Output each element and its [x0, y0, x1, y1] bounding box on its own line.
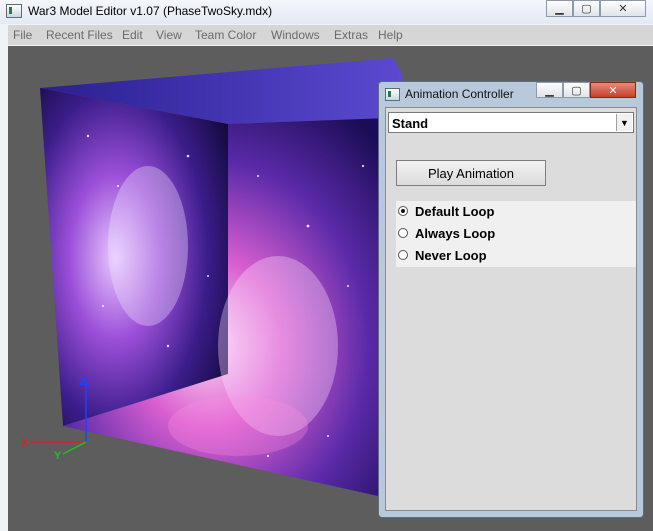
radio-label: Default Loop — [415, 203, 495, 219]
y-axis-label: Y — [54, 450, 62, 462]
main-title-bar: War3 Model Editor v1.07 (PhaseTwoSky.mdx… — [0, 0, 653, 24]
animation-controller-window: Animation Controller ▁ ▢ ✕ Stand ▼ Play … — [378, 81, 644, 518]
ac-minimize-button[interactable]: ▁ — [536, 82, 563, 98]
play-animation-button[interactable]: Play Animation — [396, 160, 546, 186]
app-icon — [6, 4, 22, 18]
radio-label: Always Loop — [415, 225, 496, 241]
menu-edit[interactable]: Edit — [122, 28, 143, 42]
menu-view[interactable]: View — [156, 28, 182, 42]
animation-controller-body: Stand ▼ Play Animation Default Loop Alwa… — [385, 107, 637, 511]
radio-always-loop[interactable]: Always Loop — [398, 224, 495, 242]
minimize-icon: ▁ — [545, 84, 554, 97]
x-axis-label: X — [21, 437, 29, 449]
ac-close-button[interactable]: ✕ — [590, 82, 636, 98]
close-icon: ✕ — [618, 3, 628, 15]
menu-extras[interactable]: Extras — [334, 28, 368, 42]
minimize-button[interactable]: ▁ — [546, 0, 573, 17]
radio-label: Never Loop — [415, 247, 487, 263]
radio-unchecked-icon[interactable] — [398, 250, 408, 260]
animation-controller-title: Animation Controller — [405, 87, 514, 101]
close-icon: ✕ — [608, 84, 618, 97]
radio-unchecked-icon[interactable] — [398, 228, 408, 238]
window-title: War3 Model Editor v1.07 (PhaseTwoSky.mdx… — [28, 4, 273, 18]
minimize-icon: ▁ — [555, 3, 564, 15]
sequence-selected: Stand — [392, 116, 429, 131]
radio-default-loop[interactable]: Default Loop — [398, 202, 494, 220]
loop-options: Default Loop Always Loop Never Loop — [396, 201, 636, 267]
menu-windows[interactable]: Windows — [271, 28, 320, 42]
radio-never-loop[interactable]: Never Loop — [398, 246, 487, 264]
maximize-icon: ▢ — [581, 3, 592, 15]
menu-help[interactable]: Help — [378, 28, 403, 42]
maximize-button[interactable]: ▢ — [573, 0, 600, 17]
ac-maximize-button[interactable]: ▢ — [563, 82, 590, 98]
menu-bar: File Recent Files Edit View Team Color W… — [8, 25, 653, 45]
chevron-down-icon[interactable]: ▼ — [616, 114, 632, 131]
close-button[interactable]: ✕ — [600, 0, 646, 17]
menu-file[interactable]: File — [13, 28, 32, 42]
menu-team-color[interactable]: Team Color — [195, 28, 256, 42]
sequence-dropdown[interactable]: Stand ▼ — [388, 112, 634, 133]
menu-recent-files[interactable]: Recent Files — [46, 28, 113, 42]
maximize-icon: ▢ — [571, 84, 582, 97]
radio-checked-icon[interactable] — [398, 206, 408, 216]
z-axis-label: Z — [79, 376, 86, 388]
animation-controller-icon — [385, 88, 400, 101]
